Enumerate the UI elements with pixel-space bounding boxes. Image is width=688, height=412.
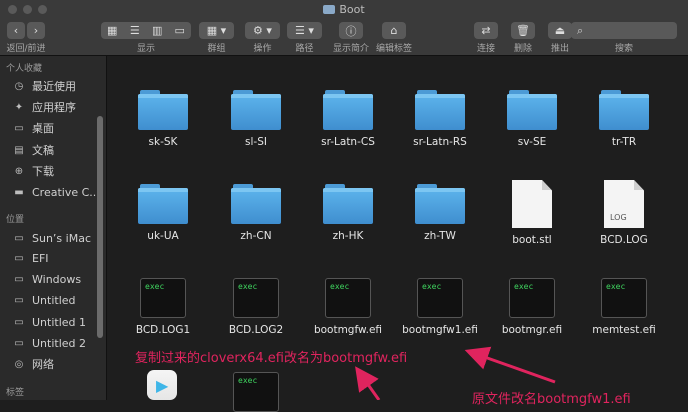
sidebar: 个人收藏 ◷ 最近使用 ✦ 应用程序 ▭ 桌面 ▤ 文稿 ⊕ 下载 ▬ Creative C… <box>0 56 107 400</box>
title-bar: Boot <box>0 0 688 20</box>
network-icon: ◎ <box>14 358 24 370</box>
chevron-right-icon: › <box>33 24 39 37</box>
group-button[interactable]: ▦ ▾ <box>199 22 234 39</box>
forward-button[interactable]: › <box>27 22 45 39</box>
back-button[interactable]: ‹ <box>7 22 25 39</box>
back-forward-label: 返回/前进 <box>6 44 46 54</box>
file-grid: sk-SK sl-SI sr-Latn-CS sr-Latn-RS sv-SE … <box>107 56 688 412</box>
search-label: 搜索 <box>614 44 633 54</box>
display-label: 显示 <box>136 44 155 54</box>
group-label: 群组 <box>207 44 226 54</box>
path-button[interactable]: ☰ ▾ <box>287 22 322 39</box>
apps-icon: ✦ <box>14 101 24 113</box>
sidebar-item-recents[interactable]: ◷ 最近使用 <box>13 77 76 95</box>
sidebar-item-untitled[interactable]: ▭ Untitled <box>13 291 75 309</box>
list-view-icon: ☰ <box>129 24 140 37</box>
disk-icon: ▭ <box>14 252 24 264</box>
sidebar-item-creative-cloud[interactable]: ▬ Creative C... <box>13 183 100 201</box>
connect-icon: ⇄ <box>481 24 491 37</box>
sidebar-item-desktop[interactable]: ▭ 桌面 <box>13 119 54 137</box>
action-button[interactable]: ⚙ ▾ <box>245 22 280 39</box>
gear-icon: ⚙ ▾ <box>253 24 272 37</box>
sidebar-item-documents[interactable]: ▤ 文稿 <box>13 141 54 159</box>
disk-icon: ▭ <box>14 316 24 328</box>
search-input[interactable]: ⌕ <box>571 22 677 39</box>
sidebar-item-efi[interactable]: ▭ EFI <box>13 249 48 267</box>
sidebar-item-suns-imac[interactable]: ▭ Sun’s iMac <box>13 229 91 247</box>
disk-icon: ▭ <box>14 294 24 306</box>
eject-icon: ⏏ <box>554 24 566 37</box>
gallery-view-icon: ▭ <box>174 24 185 37</box>
chevron-left-icon: ‹ <box>13 24 19 37</box>
toolbar: ‹ › 返回/前进 ▦ ☰ ▥ ▭ 显示 ▦ ▾ 群组 ⚙ ▾ 操作 ☰ ▾ 路… <box>0 20 688 56</box>
computer-icon: ▭ <box>14 232 24 244</box>
view-mode-control[interactable]: ▦ ☰ ▥ ▭ <box>101 22 191 39</box>
action-label: 操作 <box>253 44 272 54</box>
window-title: Boot <box>0 3 688 16</box>
sidebar-item-untitled-2[interactable]: ▭ Untitled 2 <box>13 334 86 352</box>
search-icon: ⌕ <box>577 23 584 37</box>
edit-tags-label: 编辑标签 <box>375 44 412 54</box>
sidebar-item-downloads[interactable]: ⊕ 下载 <box>13 162 54 180</box>
info-icon: ⓘ <box>345 24 357 38</box>
icon-view-icon: ▦ <box>107 24 118 37</box>
annotation-arrows <box>355 346 556 400</box>
sidebar-item-network[interactable]: ◎ 网络 <box>13 355 54 373</box>
sidebar-item-applications[interactable]: ✦ 应用程序 <box>13 98 76 116</box>
tag-button[interactable]: ⌂ <box>382 22 406 39</box>
clock-icon: ◷ <box>14 80 24 92</box>
desktop-icon: ▭ <box>14 122 24 134</box>
tag-icon: ⌂ <box>390 24 398 37</box>
info-button[interactable]: ⓘ <box>339 22 363 39</box>
favorites-header: 个人收藏 <box>6 64 43 74</box>
folder-icon <box>323 5 336 14</box>
sidebar-item-windows[interactable]: ▭ Windows <box>13 270 81 288</box>
connect-label: 连接 <box>476 44 495 54</box>
delete-label: 删除 <box>513 44 532 54</box>
sidebar-scrollbar[interactable] <box>97 116 103 338</box>
connect-button[interactable]: ⇄ <box>474 22 498 39</box>
download-icon: ⊕ <box>14 165 24 177</box>
tags-header: 标签 <box>6 388 25 398</box>
locations-header: 位置 <box>6 215 25 225</box>
folder-icon: ▬ <box>14 186 24 198</box>
sidebar-item-untitled-1[interactable]: ▭ Untitled 1 <box>13 313 86 331</box>
eject-button[interactable]: ⏏ <box>548 22 572 39</box>
disk-icon: ▭ <box>14 337 24 349</box>
column-view-icon: ▥ <box>152 24 163 37</box>
disk-icon: ▭ <box>14 273 24 285</box>
group-icon: ▦ ▾ <box>206 24 227 37</box>
path-icon: ☰ ▾ <box>295 24 314 37</box>
delete-button[interactable]: 🗑 <box>511 22 535 39</box>
document-icon: ▤ <box>14 144 24 156</box>
trash-icon: 🗑 <box>516 24 530 37</box>
path-label: 路径 <box>295 44 314 54</box>
